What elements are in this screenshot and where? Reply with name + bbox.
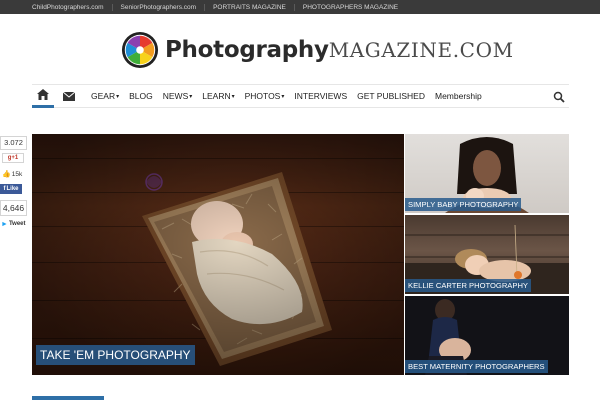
- aperture-logo-icon: [121, 31, 159, 69]
- top-bar: ChildPhotographers.com SeniorPhotographe…: [0, 0, 600, 14]
- nav-item-photos[interactable]: PHOTOS ▾: [240, 84, 290, 108]
- nav-item-gear[interactable]: GEAR ▾: [86, 84, 124, 108]
- chevron-down-icon: ▾: [116, 93, 120, 100]
- nav-home-button[interactable]: [32, 84, 54, 108]
- topbar-link-child-photographers[interactable]: ChildPhotographers.com: [32, 4, 112, 11]
- side-feature-card[interactable]: SIMPLY BABY PHOTOGRAPHY: [405, 134, 569, 213]
- topbar-link-photographers-magazine[interactable]: PHOTOGRAPHERS MAGAZINE: [293, 3, 406, 11]
- side-feature-caption[interactable]: SIMPLY BABY PHOTOGRAPHY: [405, 198, 522, 211]
- topbar-link-senior-photographers[interactable]: SeniorPhotographers.com: [111, 3, 205, 11]
- newborn-photo-illustration: [32, 134, 404, 375]
- nav-mail-button[interactable]: [58, 84, 80, 108]
- chevron-down-icon: ▾: [231, 93, 235, 100]
- chevron-down-icon: ▾: [281, 93, 285, 100]
- like-count-row: 👍 15k: [0, 169, 27, 181]
- tweet-button[interactable]: ► Tweet: [0, 219, 27, 229]
- nav-item-learn[interactable]: LEARN ▾: [197, 84, 239, 108]
- facebook-like-button[interactable]: f Like: [0, 184, 22, 194]
- chevron-down-icon: ▾: [189, 93, 193, 100]
- like-count: 15k: [11, 171, 23, 178]
- nav-item-membership[interactable]: Membership: [430, 84, 487, 108]
- nav-item-blog[interactable]: BLOG: [124, 84, 158, 108]
- pinterest-count: 3.072: [0, 136, 27, 150]
- nav-item-get-published[interactable]: GET PUBLISHED: [352, 84, 430, 108]
- nav-item-interviews[interactable]: INTERVIEWS: [289, 84, 352, 108]
- main-nav: GEAR ▾ BLOG NEWS ▾ LEARN ▾ PHOTOS ▾ INTERVIE…: [32, 84, 569, 108]
- envelope-icon: [63, 91, 75, 101]
- search-icon[interactable]: [553, 91, 565, 103]
- logo-text-bold: Photography: [165, 37, 329, 63]
- side-feature-card[interactable]: BEST MATERNITY PHOTOGRAPHERS: [405, 296, 569, 375]
- facebook-icon: f: [3, 186, 6, 192]
- topbar-link-portraits-magazine[interactable]: PORTRAITS MAGAZINE: [204, 3, 294, 11]
- share-count: 4,646: [0, 200, 27, 216]
- nav-item-news[interactable]: NEWS ▾: [158, 84, 198, 108]
- side-feature-caption[interactable]: BEST MATERNITY PHOTOGRAPHERS: [405, 360, 548, 373]
- side-feature-card[interactable]: KELLIE CARTER PHOTOGRAPHY: [405, 215, 569, 294]
- logo-text-light: Magazine.com: [328, 38, 514, 62]
- home-icon: [37, 89, 49, 100]
- side-feature-caption[interactable]: KELLIE CARTER PHOTOGRAPHY: [405, 279, 531, 292]
- google-plus-button[interactable]: g +1: [2, 153, 24, 163]
- main-feature-card[interactable]: TAKE 'EM PHOTOGRAPHY: [32, 134, 404, 375]
- twitter-icon: ►: [1, 220, 8, 228]
- social-share-sidebar: 3.072 g +1 👍 15k f Like 4,646 ► Tweet: [0, 136, 27, 229]
- site-logo[interactable]: Photography Magazine.com: [121, 30, 514, 70]
- section-tab-indicator: [32, 396, 104, 400]
- thumbs-up-icon: 👍: [2, 171, 11, 178]
- main-feature-caption[interactable]: TAKE 'EM PHOTOGRAPHY: [36, 345, 195, 365]
